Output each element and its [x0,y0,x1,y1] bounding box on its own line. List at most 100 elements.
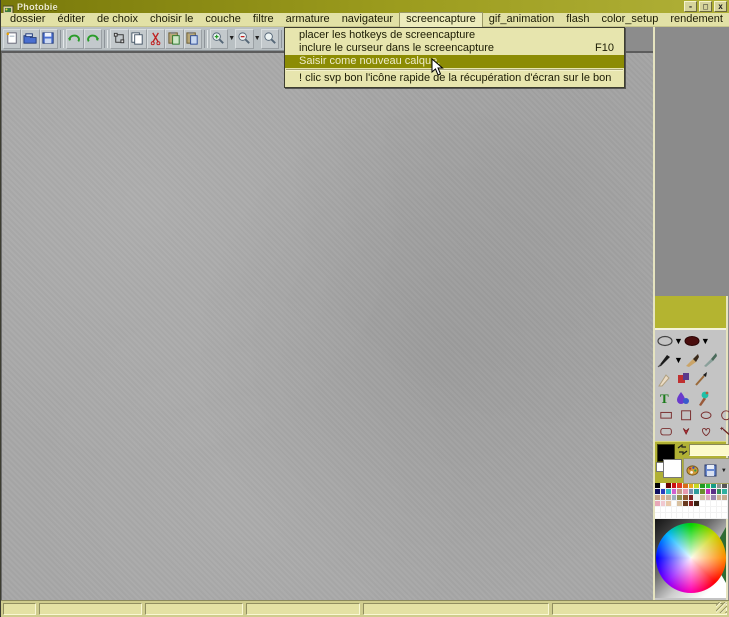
resize-grip[interactable] [716,602,727,613]
quill-pen-tool-caret[interactable]: ▼ [674,355,683,365]
menu-flash[interactable]: flash [560,13,595,26]
menu-filtre[interactable]: filtre [247,13,280,26]
menu-separator [286,69,623,71]
paste-button[interactable] [165,29,183,49]
app-icon [3,2,14,12]
palette-icon[interactable] [686,464,699,479]
tool-panel: ▼ ▼ ▼ T ▼ [655,296,728,600]
soft-feather-tool[interactable] [657,371,673,387]
cut-button[interactable] [147,29,165,49]
crop-button[interactable] [110,29,128,49]
undo-button[interactable] [66,29,84,49]
menu-bar: dossieréditerde choixchoisir lecouchefil… [1,13,729,27]
water-drop-tool[interactable] [675,390,691,406]
save-palette-icon[interactable] [704,464,717,479]
menu-item-placer-les-hotkeys-de-screencapture[interactable]: placer les hotkeys de screencapture [285,29,624,42]
open-button[interactable] [21,29,39,49]
palette-options-strip: ▼ [683,458,729,484]
menu-choisir-le[interactable]: choisir le [144,13,199,26]
color-wheel-area [655,519,726,598]
text-tool[interactable]: T [657,390,673,406]
menu-item-saisir-come-nouveau-calque[interactable]: Saisir come nouveau calque. [285,55,624,68]
copy-button[interactable] [129,29,147,49]
screencapture-menu: placer les hotkeys de screencaptureinclu… [284,27,625,88]
menu-navigateur[interactable]: navigateur [336,13,399,26]
main-area: ▼▼ ▼▼▼T [1,27,729,600]
paintbrush-tool[interactable] [684,352,700,368]
toolbar-separator [204,30,208,48]
menu-dossier[interactable]: dossier [4,13,51,26]
status-cell-4 [363,603,549,615]
fine-brush-tool[interactable] [693,371,709,387]
maximize-button[interactable]: □ [699,1,712,12]
filled-ellipse-tool-caret[interactable]: ▼ [701,336,710,346]
menu-item-label: inclure le curseur dans le screencapture [299,42,587,55]
airbrush-tool[interactable] [693,390,709,406]
status-cell-5 [552,603,727,615]
square-shape[interactable] [679,410,694,423]
color-wheel[interactable] [656,523,726,593]
heart-outline-shape[interactable] [699,426,714,439]
zoom-button[interactable] [261,29,279,49]
filled-ellipse-tool[interactable] [684,333,700,349]
zoom-out-button[interactable] [235,29,253,49]
window-controls: - □ x [684,1,727,12]
palette-dropdown-caret[interactable]: ▼ [721,468,727,474]
redo-button[interactable] [84,29,102,49]
heart-fill-shape[interactable] [679,426,694,439]
title-bar[interactable]: Photobie - □ x [1,0,729,13]
color-swatch-grid [655,483,728,519]
menu-de-choix[interactable]: de choix [91,13,144,26]
ellipse-selection-tool-caret[interactable]: ▼ [674,336,683,346]
panel-header [655,296,726,330]
status-cell-2 [145,603,243,615]
status-cell-3 [246,603,360,615]
menu-diter[interactable]: éditer [51,13,91,26]
save-button[interactable] [40,29,58,49]
toolbar-separator [60,30,64,48]
canvas[interactable] [1,51,653,600]
menu-item-inclure-le-curseur-dans-le-screencapture[interactable]: inclure le curseur dans le screencapture… [285,42,624,55]
color-value-field[interactable] [689,444,729,456]
menu-item-shortcut: F10 [587,42,614,55]
svg-text:T: T [660,391,669,406]
rounded-rectangle-shape[interactable] [659,426,674,439]
quill-pen-tool[interactable] [657,352,673,368]
paste-special-button[interactable] [184,29,202,49]
close-button[interactable]: x [714,1,727,12]
window-title: Photobie [17,2,684,12]
toolbar: ▼▼ [1,27,287,51]
toolbar-separator [104,30,108,48]
menu-armature[interactable]: armature [280,13,336,26]
tools-grid: ▼ ▼ ▼ T [655,330,726,407]
swap-colors-icon[interactable] [677,444,688,455]
palette-knife-tool[interactable] [702,352,718,368]
menu-item-clic-svp-bon-l-ic-ne-rapide-de-la-r-cup-[interactable]: ! clic svp bon l'icône rapide de la récu… [285,72,624,85]
toolbar-dropdown-caret[interactable]: ▼ [254,29,261,49]
menu-couche[interactable]: couche [199,13,246,26]
mouse-cursor [431,58,444,77]
background-color-swatch[interactable] [663,459,682,478]
stamp-tool[interactable] [675,371,691,387]
menu-item-label: ! clic svp bon l'icône rapide de la récu… [299,72,614,85]
toolbar-dropdown-caret[interactable]: ▼ [228,29,235,49]
menu-rendement[interactable]: rendement [664,13,729,26]
menu-color-setup[interactable]: color_setup [595,13,664,26]
minimize-button[interactable]: - [684,1,697,12]
magic-wand-tool[interactable] [719,426,729,439]
status-bar [1,600,729,617]
new-document-button[interactable] [3,29,21,49]
color-selector: ▼ [655,441,726,483]
ellipse-selection-tool[interactable] [657,333,673,349]
status-cell-1 [39,603,142,615]
ellipse-shape[interactable] [699,410,714,423]
shapes-grid [655,407,726,441]
zoom-in-button[interactable] [210,29,228,49]
menu-gif-animation[interactable]: gif_animation [483,13,560,26]
menu-item-label: Saisir come nouveau calque. [299,55,614,68]
rectangle-shape[interactable] [659,410,674,423]
status-cell-0 [3,603,36,615]
menu-screencapture[interactable]: screencapture [399,12,483,27]
circle-shape[interactable] [719,410,729,423]
menu-item-label: placer les hotkeys de screencapture [299,29,614,42]
